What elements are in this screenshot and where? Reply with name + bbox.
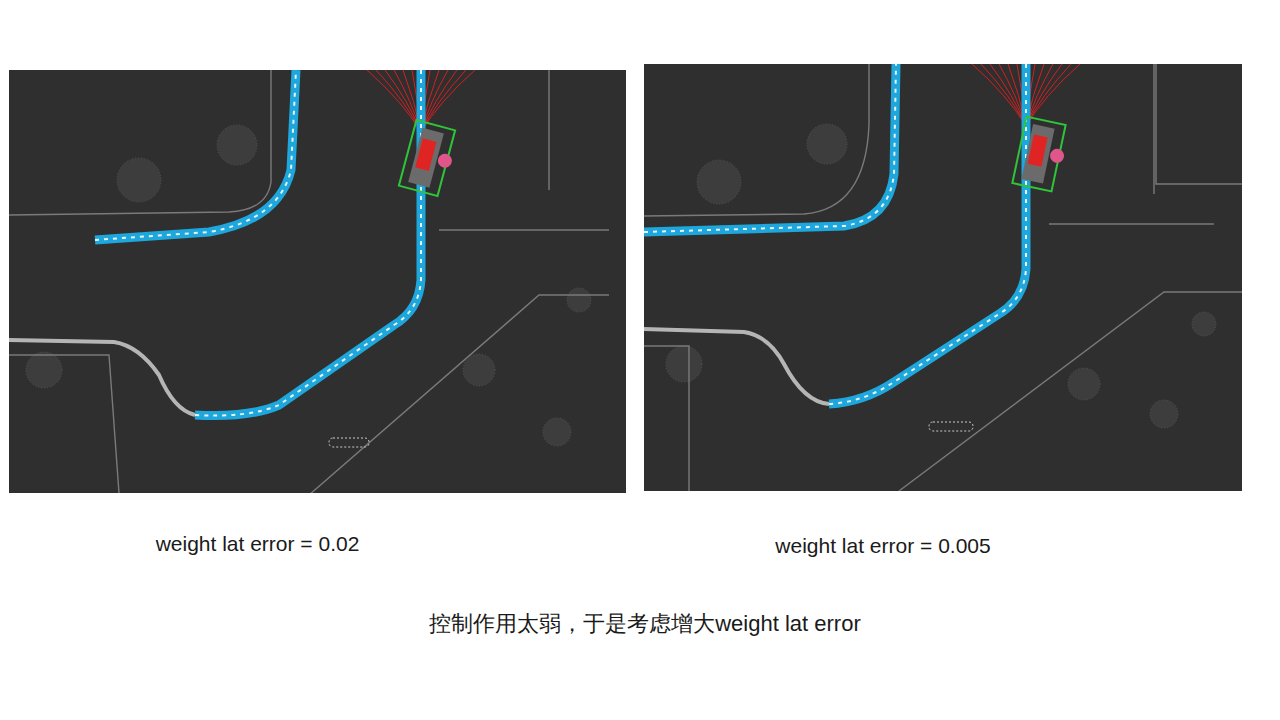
caption-text: weight lat error = 0.02: [9, 530, 626, 560]
planned-path: [95, 70, 296, 240]
island: [329, 438, 369, 447]
road-boundary: [1153, 64, 1154, 194]
tree-icon: [567, 288, 591, 312]
caption-text: weight lat error = 0.005: [644, 532, 1242, 560]
tree-icon: [666, 346, 702, 382]
road-boundary: [1049, 223, 1214, 224]
island: [929, 422, 973, 431]
tree-icon: [807, 124, 847, 164]
planner-view: [644, 64, 1242, 491]
tree-icon: [463, 354, 495, 386]
caption-row: weight lat error = 0.02 weight lat error …: [0, 493, 1280, 560]
vehicle-icon: [399, 120, 460, 197]
panel-row: [0, 64, 1280, 493]
tree-icon: [1192, 312, 1216, 336]
road-boundary: [439, 229, 609, 230]
reference-line: [644, 329, 829, 404]
tree-icon: [697, 160, 741, 204]
planned-path: [829, 64, 1026, 404]
tree-icon: [117, 158, 161, 202]
reference-line: [9, 340, 195, 415]
road-boundary: [9, 70, 271, 215]
road-boundary: [899, 292, 1242, 491]
road-boundary: [309, 295, 609, 493]
road-boundary: [548, 70, 549, 190]
planned-path: [644, 64, 896, 232]
planned-path: [195, 70, 421, 416]
tree-icon: [1150, 400, 1178, 428]
tree-icon: [543, 418, 571, 446]
tree-icon: [217, 125, 257, 165]
tree-icon: [26, 352, 62, 388]
tree-icon: [1068, 368, 1100, 400]
road-boundary: [1156, 64, 1242, 184]
planner-view: [9, 70, 626, 493]
vehicle-icon: [1012, 117, 1070, 193]
road-boundary: [9, 355, 119, 493]
slide: weight lat error = 0.02 weight lat error …: [0, 0, 1280, 720]
road-boundary: [644, 64, 869, 216]
road-boundary: [644, 346, 689, 491]
conclusion-text: 控制作用太弱，于是考虑增大weight lat error: [0, 610, 1280, 639]
